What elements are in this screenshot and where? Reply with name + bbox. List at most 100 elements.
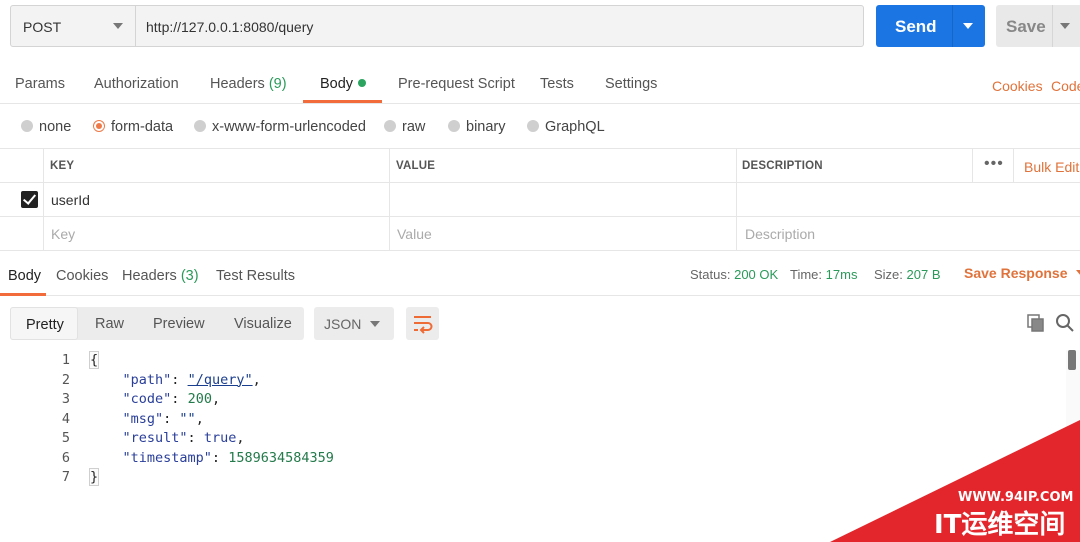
- column-divider: [736, 149, 737, 251]
- url-value: http://127.0.0.1:8080/query: [146, 19, 314, 35]
- status-value: 200 OK: [734, 267, 779, 282]
- response-tab-headers-count: (3): [180, 268, 199, 284]
- new-description-input[interactable]: Description: [745, 226, 815, 242]
- tab-tests[interactable]: Tests: [540, 76, 574, 92]
- code-line: "code": 200,: [122, 391, 221, 407]
- active-tab-underline: [303, 100, 382, 103]
- view-raw-button[interactable]: Raw: [82, 307, 134, 340]
- save-divider: [1052, 5, 1053, 47]
- wrap-lines-button[interactable]: [406, 307, 439, 340]
- json-number: 200: [187, 391, 212, 407]
- tab-headers-count: (9): [268, 76, 287, 92]
- tab-settings-label: Settings: [605, 76, 658, 92]
- line-number: 3: [61, 391, 70, 407]
- json-key: "timestamp": [122, 449, 212, 466]
- search-icon[interactable]: [1055, 313, 1075, 333]
- tab-params[interactable]: Params: [15, 76, 65, 92]
- tab-prerequest-label: Pre-request Script: [398, 76, 515, 92]
- request-bar: POST http://127.0.0.1:8080/query Send Sa…: [10, 5, 1080, 49]
- column-header-value: VALUE: [396, 160, 436, 172]
- tab-params-label: Params: [15, 76, 65, 92]
- save-response-button[interactable]: Save Response: [964, 265, 1080, 281]
- radio-raw[interactable]: raw: [384, 119, 425, 135]
- tab-settings[interactable]: Settings: [605, 76, 657, 92]
- table-row-new: Key Value Description: [0, 217, 1080, 251]
- more-options-icon[interactable]: •••: [984, 155, 1004, 173]
- json-key: "code": [122, 391, 172, 407]
- open-brace: {: [88, 351, 100, 369]
- table-header-row: KEY VALUE DESCRIPTION ••• Bulk Edit: [0, 149, 1080, 183]
- view-preview-button[interactable]: Preview: [140, 307, 214, 340]
- column-divider: [43, 149, 44, 251]
- chevron-down-icon: [1075, 270, 1080, 276]
- row-checkbox[interactable]: [21, 191, 38, 208]
- column-divider: [972, 149, 973, 183]
- radio-raw-label: raw: [402, 119, 426, 135]
- view-pretty-button[interactable]: Pretty: [10, 307, 78, 340]
- radio-form-data[interactable]: form-data: [93, 119, 173, 135]
- response-tab-cookies-label: Cookies: [56, 268, 109, 284]
- tab-prerequest-script[interactable]: Pre-request Script: [398, 76, 515, 92]
- request-tabs: Params Authorization Headers (9) Body Pr…: [0, 66, 1080, 104]
- json-string[interactable]: "/query": [188, 372, 253, 388]
- send-button[interactable]: Send: [876, 5, 985, 47]
- tab-authorization[interactable]: Authorization: [94, 76, 179, 92]
- line-number: 6: [61, 449, 70, 466]
- radio-binary-label: binary: [466, 119, 506, 135]
- send-options-chevron-icon[interactable]: [963, 23, 973, 29]
- save-button[interactable]: Save: [996, 5, 1080, 47]
- code-line: "msg": "",: [122, 410, 204, 427]
- copy-icon[interactable]: [1027, 314, 1045, 332]
- tab-headers[interactable]: Headers (9): [210, 76, 287, 92]
- column-header-description: DESCRIPTION: [742, 160, 823, 172]
- line-number: 4: [61, 410, 70, 427]
- radio-none[interactable]: none: [21, 119, 71, 135]
- json-boolean: true: [203, 430, 237, 446]
- send-label: Send: [895, 17, 937, 36]
- chevron-down-icon: [370, 321, 380, 327]
- response-tab-body[interactable]: Body: [8, 268, 41, 284]
- time-readout: Time: 17ms: [790, 267, 857, 282]
- radio-circle-icon: [384, 120, 396, 132]
- wrap-lines-icon: [414, 316, 433, 334]
- code-line: {: [88, 351, 100, 369]
- param-key-cell[interactable]: userId: [51, 192, 90, 208]
- column-divider: [1013, 149, 1014, 183]
- table-row: userId: [0, 183, 1080, 217]
- response-tab-test-results-label: Test Results: [216, 268, 295, 284]
- save-options-chevron-icon[interactable]: [1060, 23, 1070, 29]
- watermark-url: WWW.94IP.COM: [958, 490, 1073, 505]
- column-header-key: KEY: [50, 160, 75, 172]
- code-link[interactable]: Code: [1051, 78, 1080, 94]
- response-tab-headers[interactable]: Headers (3): [122, 268, 199, 284]
- radio-graphql[interactable]: GraphQL: [527, 119, 605, 135]
- response-view-toolbar: Pretty Raw Preview Visualize JSON: [10, 307, 1080, 341]
- view-raw-label: Raw: [95, 316, 125, 332]
- method-dropdown[interactable]: POST: [10, 5, 136, 47]
- json-number: 1589634584359: [228, 449, 334, 466]
- format-label: JSON: [324, 316, 362, 332]
- response-tab-test-results[interactable]: Test Results: [216, 268, 295, 284]
- cookies-link[interactable]: Cookies: [992, 78, 1043, 94]
- tab-body[interactable]: Body: [320, 76, 367, 92]
- bulk-edit-link[interactable]: Bulk Edit: [1024, 159, 1079, 175]
- body-type-selector: none form-data x-www-form-urlencoded raw…: [0, 110, 1080, 146]
- view-visualize-button[interactable]: Visualize: [220, 307, 304, 340]
- radio-binary[interactable]: binary: [448, 119, 506, 135]
- code-line: }: [88, 468, 100, 486]
- response-tab-cookies[interactable]: Cookies: [56, 268, 108, 284]
- url-input[interactable]: http://127.0.0.1:8080/query: [136, 5, 864, 47]
- radio-circle-icon: [527, 120, 539, 132]
- radio-circle-icon: [194, 120, 206, 132]
- scrollbar-thumb[interactable]: [1068, 350, 1076, 370]
- status-dot-icon: [358, 79, 367, 87]
- chevron-down-icon: [113, 23, 123, 29]
- format-dropdown[interactable]: JSON: [314, 307, 394, 340]
- response-tab-body-label: Body: [8, 268, 42, 284]
- json-link[interactable]: "/query": [188, 372, 253, 388]
- line-number: 2: [61, 371, 70, 388]
- new-key-input[interactable]: Key: [51, 226, 75, 242]
- new-value-input[interactable]: Value: [397, 226, 432, 242]
- radio-urlencoded[interactable]: x-www-form-urlencoded: [194, 119, 366, 135]
- watermark-title: IT运维空间: [934, 509, 1065, 540]
